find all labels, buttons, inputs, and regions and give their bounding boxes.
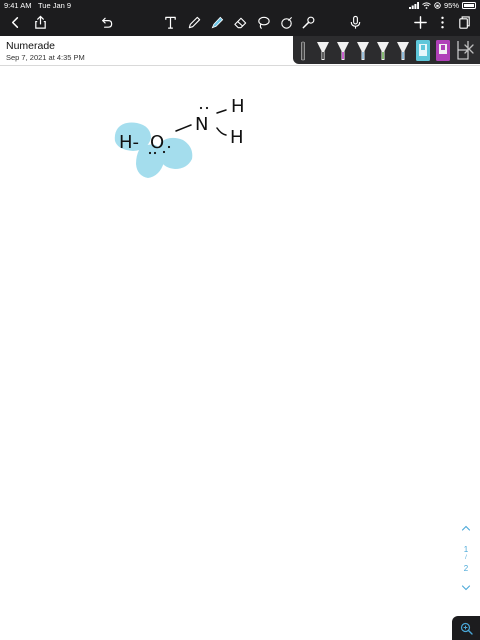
shapes-tool-icon bbox=[280, 16, 292, 29]
more-icon bbox=[440, 16, 444, 28]
bond-n-h-bottom bbox=[216, 127, 227, 136]
total-page-number: 2 bbox=[463, 564, 469, 573]
lone-pair-dot bbox=[167, 145, 171, 149]
back-chevron-icon bbox=[11, 16, 18, 28]
undo-icon bbox=[101, 17, 112, 28]
microphone-button[interactable] bbox=[345, 12, 365, 32]
pages-button[interactable] bbox=[454, 12, 474, 32]
highlighter-tool-button[interactable] bbox=[207, 12, 227, 32]
document-date: Sep 7, 2021 at 4:35 PM bbox=[6, 53, 85, 62]
pen-4-icon bbox=[357, 42, 369, 60]
pen-6-icon bbox=[397, 42, 409, 60]
status-time: 9:41 AM bbox=[4, 1, 32, 10]
undo-button[interactable] bbox=[96, 12, 116, 32]
highlighter-slot-1-selected[interactable] bbox=[415, 38, 431, 62]
share-button[interactable] bbox=[30, 12, 50, 32]
pen-slot-4[interactable] bbox=[355, 38, 371, 62]
pen-tray bbox=[293, 36, 480, 64]
wifi-icon bbox=[422, 2, 431, 9]
eraser-tool-button[interactable] bbox=[230, 12, 250, 32]
battery-percent: 95% bbox=[443, 1, 459, 10]
current-page-number: 1 bbox=[463, 545, 469, 554]
zoom-button[interactable] bbox=[452, 616, 480, 640]
pages-icon bbox=[458, 15, 470, 29]
zoom-icon bbox=[460, 622, 473, 635]
microphone-icon bbox=[350, 15, 360, 29]
battery-icon bbox=[462, 2, 476, 9]
page-up-chevron-icon[interactable] bbox=[461, 524, 471, 532]
handwriting-h-top: H bbox=[231, 96, 245, 117]
handwriting-o: O bbox=[150, 132, 164, 153]
top-toolbar: 9:41 AM Tue Jan 9 95% bbox=[0, 0, 480, 36]
shapes-tool-button[interactable] bbox=[276, 12, 296, 32]
page-navigator: 1 / 2 bbox=[456, 522, 476, 598]
pen-slot-6[interactable] bbox=[395, 38, 411, 62]
lasso-tool-icon bbox=[257, 16, 270, 29]
pen-slot-1[interactable] bbox=[295, 38, 311, 62]
lasso-tool-button[interactable] bbox=[253, 12, 273, 32]
orientation-lock-icon bbox=[434, 2, 441, 9]
text-tool-button[interactable] bbox=[160, 12, 180, 32]
bond-o-n bbox=[175, 124, 192, 132]
note-canvas[interactable]: H- O N H H bbox=[0, 67, 480, 640]
highlighter-tool-icon bbox=[211, 16, 223, 28]
page-separator: / bbox=[465, 555, 467, 561]
status-right: 95% bbox=[408, 1, 476, 10]
handwriting-n: N bbox=[195, 114, 208, 135]
handwriting-h-bottom: H bbox=[230, 127, 244, 148]
highlighter-2-icon bbox=[436, 40, 450, 61]
close-pen-tray-button[interactable] bbox=[463, 42, 475, 54]
pen-tool-button[interactable] bbox=[184, 12, 204, 32]
eraser-tool-icon bbox=[233, 17, 246, 28]
pen-2-icon bbox=[317, 42, 329, 60]
pen-tool-icon bbox=[188, 16, 200, 28]
lone-pair-dot bbox=[205, 106, 209, 110]
add-button[interactable] bbox=[410, 12, 430, 32]
pen-slot-2[interactable] bbox=[315, 38, 331, 62]
laser-pointer-icon bbox=[302, 16, 314, 28]
pen-slot-3[interactable] bbox=[335, 38, 351, 62]
pen-3-icon bbox=[337, 42, 349, 60]
close-icon bbox=[464, 44, 474, 54]
highlighter-1-icon bbox=[416, 40, 430, 61]
handwritten-structure: H- O N H H bbox=[114, 96, 245, 178]
more-button[interactable] bbox=[432, 12, 452, 32]
lone-pair-dot bbox=[199, 106, 203, 110]
laser-pointer-button[interactable] bbox=[298, 12, 318, 32]
pen-1-icon bbox=[301, 41, 305, 61]
bond-n-h-top bbox=[216, 109, 227, 114]
highlighter-slot-2[interactable] bbox=[435, 38, 451, 62]
share-icon bbox=[34, 15, 46, 29]
back-button[interactable] bbox=[5, 12, 25, 32]
add-icon bbox=[413, 15, 427, 29]
pen-5-icon bbox=[377, 42, 389, 60]
handwriting-h-left: H- bbox=[119, 132, 139, 153]
signal-icon bbox=[408, 2, 419, 9]
status-bar: 9:41 AM Tue Jan 9 95% bbox=[0, 0, 480, 11]
document-title[interactable]: Numerade bbox=[6, 40, 55, 52]
pen-slot-5[interactable] bbox=[375, 38, 391, 62]
page-down-chevron-icon[interactable] bbox=[461, 584, 471, 592]
status-date: Tue Jan 9 bbox=[38, 1, 72, 10]
text-tool-icon bbox=[164, 16, 176, 29]
